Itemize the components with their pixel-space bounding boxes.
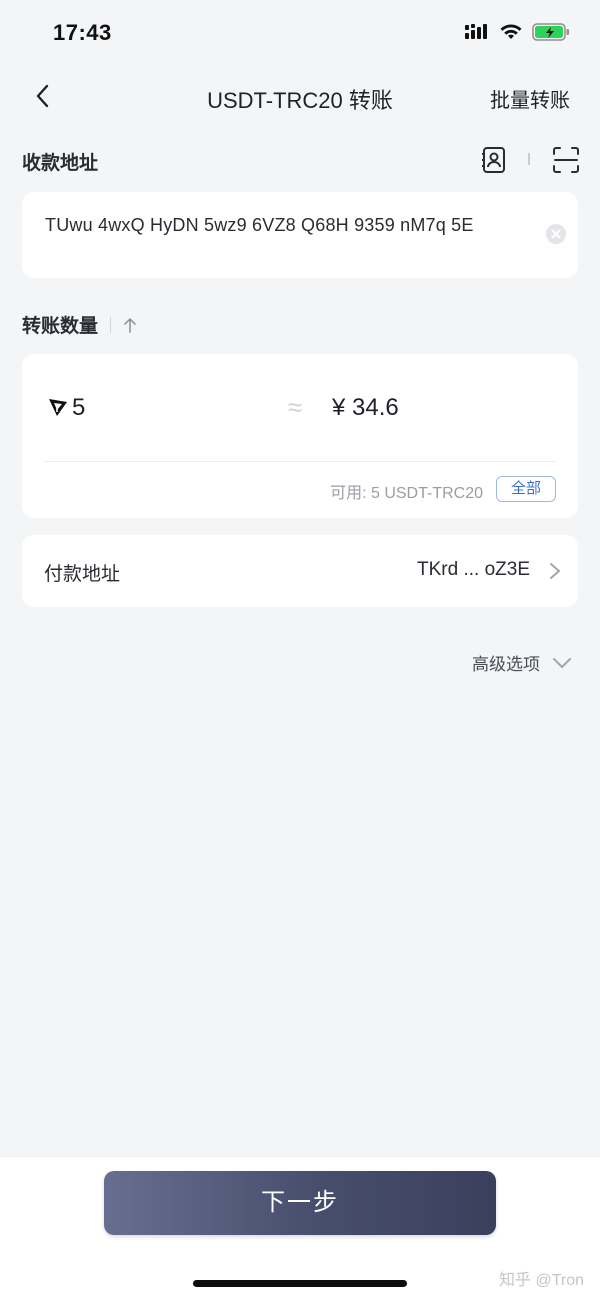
payer-address-row[interactable]: 付款地址 TKrd ... oZ3E [22,535,578,607]
amount-input[interactable]: 5 [72,394,85,422]
recipient-address-input[interactable]: TUwu 4wxQ HyDN 5wz9 6VZ8 Q68H 9359 nM7q … [45,211,515,239]
divider [528,153,530,165]
signal-icon [465,24,487,39]
fiat-value: ¥ 34.6 [332,394,399,421]
payer-label: 付款地址 [44,564,121,585]
scan-icon[interactable] [552,146,580,174]
chevron-down-icon [553,657,571,668]
recipient-label: 收款地址 [22,153,99,174]
advanced-options-label: 高级选项 [472,655,540,674]
payer-address: TKrd ... oZ3E [417,559,530,580]
advanced-options-toggle[interactable]: 高级选项 [472,650,572,675]
amount-label-row: 转账数量 [22,311,138,338]
status-time: 17:43 [53,20,112,45]
swap-arrow-up-icon[interactable] [122,316,138,334]
wifi-icon [500,24,522,39]
recipient-address-card[interactable]: TUwu 4wxQ HyDN 5wz9 6VZ8 Q68H 9359 nM7q … [22,192,578,278]
amount-label: 转账数量 [22,316,99,337]
status-icons [464,22,570,42]
divider [110,316,112,333]
contacts-icon[interactable] [480,146,508,174]
battery-charging-icon [532,23,569,41]
home-indicator[interactable] [193,1280,407,1287]
all-amount-button[interactable]: 全部 [496,476,556,502]
transfer-page: 17:43 USDT-TRC20 转账 批量转账 收款地址 TUwu 4wxQ … [0,0,600,1299]
tron-logo-icon [49,399,67,416]
divider [43,461,557,462]
clear-icon[interactable] [546,224,566,244]
status-bar: 17:43 [0,0,600,64]
approx-symbol: ≈ [288,392,303,422]
next-step-button[interactable]: 下一步 [104,1171,496,1235]
watermark: 知乎 @Tron [499,1272,584,1289]
chevron-right-icon [550,563,560,579]
available-balance: 可用: 5 USDT-TRC20 [330,485,483,502]
batch-transfer-button[interactable]: 批量转账 [490,84,570,113]
amount-card: 5 ≈ ¥ 34.6 可用: 5 USDT-TRC20 全部 [22,354,578,518]
chevron-left-icon[interactable] [28,80,60,112]
